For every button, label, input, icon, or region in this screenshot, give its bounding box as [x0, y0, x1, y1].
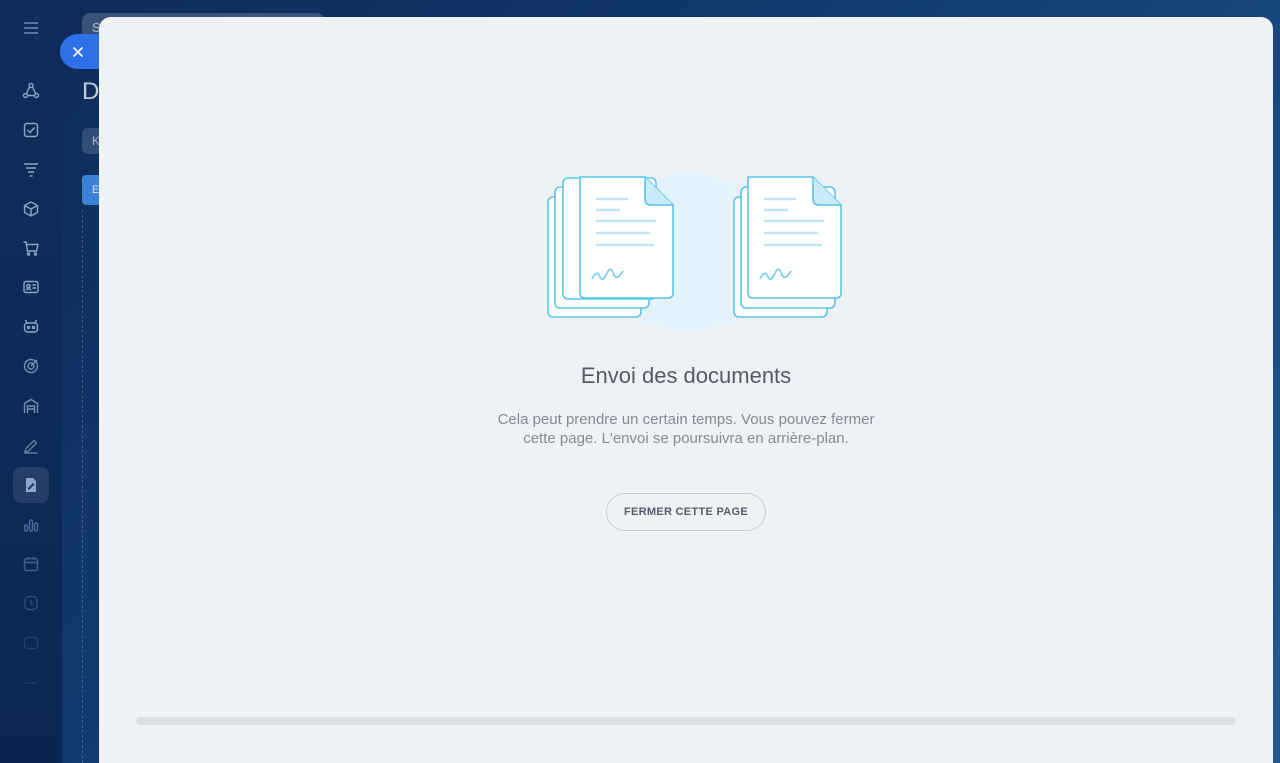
slider-heading: Envoi des documents: [580, 363, 792, 388]
documents-illustration-icon: [547, 172, 842, 332]
workflow-icon[interactable]: [21, 81, 41, 101]
background-page-title: D: [82, 78, 100, 105]
funnel-icon[interactable]: [21, 160, 41, 180]
target-icon[interactable]: [21, 356, 41, 376]
slider-description: Cela peut prendre un certain temps. Vous…: [497, 411, 875, 447]
extra-icon[interactable]: [21, 673, 41, 693]
contact-card-icon[interactable]: [21, 277, 41, 297]
more-icon[interactable]: [21, 633, 41, 653]
app-sidebar: [0, 0, 62, 763]
cart-icon[interactable]: [21, 238, 41, 258]
close-icon: [73, 46, 83, 57]
box-icon[interactable]: [21, 199, 41, 219]
analytics-icon[interactable]: [21, 514, 41, 534]
task-checkbox-icon[interactable]: [21, 120, 41, 140]
progress-bar: [136, 717, 1236, 725]
robot-icon[interactable]: [21, 316, 41, 336]
warehouse-icon[interactable]: [21, 396, 41, 416]
close-page-button[interactable]: FERMER CETTE PAGE: [606, 493, 766, 531]
background-dashed-border: [82, 210, 84, 763]
slider-panel: Envoi des documents Cela peut prendre un…: [99, 17, 1273, 763]
pen-icon[interactable]: [21, 436, 41, 456]
menu-icon[interactable]: [21, 18, 41, 38]
document-sign-icon[interactable]: [21, 475, 41, 495]
calendar-icon[interactable]: [21, 554, 41, 574]
clock-icon[interactable]: [21, 593, 41, 613]
